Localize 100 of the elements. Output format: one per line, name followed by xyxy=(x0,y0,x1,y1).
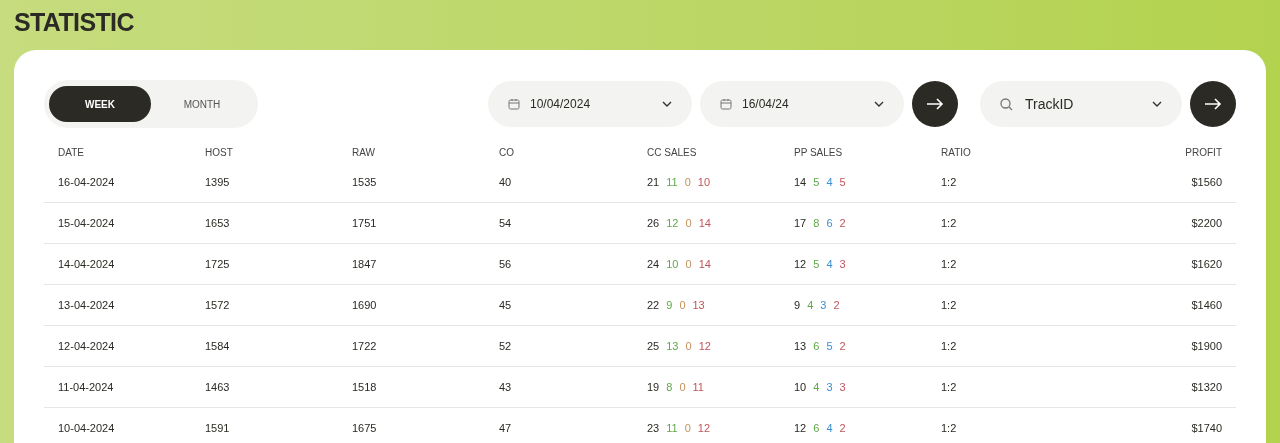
sales-count: 2 xyxy=(839,215,846,231)
chevron-down-icon xyxy=(1152,101,1162,107)
sales-count: 3 xyxy=(820,297,827,313)
table-cell-text: $1740 xyxy=(1190,421,1222,437)
arrow-right-icon xyxy=(1204,98,1222,110)
table-cell-text: $2200 xyxy=(1190,215,1222,231)
table-cell-text: 47 xyxy=(499,421,513,437)
sales-count: 5 xyxy=(839,175,846,191)
table-cell-text: 1725 xyxy=(205,256,231,272)
sales-count: 0 xyxy=(685,256,692,272)
sales-count: 6 xyxy=(813,338,820,354)
table-cell-text: 1847 xyxy=(352,256,378,272)
sales-count: 4 xyxy=(826,256,833,272)
table-cell-text: 54 xyxy=(499,215,513,231)
table-cell-text: 1518 xyxy=(352,379,378,395)
date-to-field[interactable]: 16/04/24 xyxy=(700,81,904,127)
sales-count: 21 xyxy=(647,175,660,191)
sales-count: 5 xyxy=(813,175,820,191)
table-cell-text: 45 xyxy=(499,297,513,313)
search-icon xyxy=(1000,97,1013,111)
sales-count: 3 xyxy=(826,379,833,395)
sales-count: 4 xyxy=(826,175,833,191)
table-cell-text: $1320 xyxy=(1190,379,1222,395)
table-cell-text: 1535 xyxy=(352,175,378,191)
sales-count: 12 xyxy=(794,256,807,272)
period-tab[interactable]: MONTH xyxy=(151,86,253,122)
sales-count: 13 xyxy=(794,338,807,354)
sales-count: 5 xyxy=(813,256,820,272)
table-cell-text: 1653 xyxy=(205,215,231,231)
calendar-icon xyxy=(508,98,520,110)
sales-count: 14 xyxy=(698,256,711,272)
table-cell-text: 1:2 xyxy=(941,297,958,313)
sales-count: 2 xyxy=(833,297,840,313)
table-cell-text: 1591 xyxy=(205,421,231,437)
sales-count: 3 xyxy=(839,379,846,395)
sales-count: 11 xyxy=(666,421,678,437)
sales-count: 22 xyxy=(647,297,660,313)
sales-count: 24 xyxy=(647,256,660,272)
table-cell-text: 15-04-2024 xyxy=(58,215,116,231)
sales-count: 8 xyxy=(666,379,673,395)
track-select[interactable]: TrackID xyxy=(980,81,1182,127)
table-cell-text: 1722 xyxy=(352,338,378,354)
arrow-right-icon xyxy=(926,98,944,110)
table-cell-text: 40 xyxy=(499,175,513,191)
sales-count: 19 xyxy=(647,379,660,395)
table-cell-text: 1:2 xyxy=(941,338,958,354)
sales-count: 0 xyxy=(684,421,691,437)
table-cell-text: 56 xyxy=(499,256,513,272)
table-cell-text: 52 xyxy=(499,338,513,354)
table-cell-text: 1690 xyxy=(352,297,378,313)
sales-count: 3 xyxy=(839,256,846,272)
sales-count: 5 xyxy=(826,338,833,354)
date-from-field[interactable]: 10/04/2024 xyxy=(488,81,692,127)
submit-button[interactable] xyxy=(912,81,958,127)
chevron-down-icon xyxy=(662,101,672,107)
sales-count: 10 xyxy=(666,256,679,272)
sales-count: 0 xyxy=(685,215,692,231)
sales-count: 6 xyxy=(826,215,833,231)
table-cell-text: 1:2 xyxy=(941,215,958,231)
table-cell-text: 1751 xyxy=(352,215,378,231)
table-cell-text: $1900 xyxy=(1190,338,1222,354)
submit-button[interactable] xyxy=(1190,81,1236,127)
sales-count: 0 xyxy=(679,297,686,313)
table-cell-text: 1:2 xyxy=(941,421,958,437)
sales-count: 2 xyxy=(839,421,846,437)
table-cell-text: $1460 xyxy=(1190,297,1222,313)
column-header: RAW xyxy=(352,146,376,160)
sales-count: 12 xyxy=(697,421,711,437)
sales-count: 26 xyxy=(647,215,660,231)
table-cell-text: 1584 xyxy=(205,338,231,354)
sales-count: 11 xyxy=(666,175,678,191)
table-cell-text: 10-04-2024 xyxy=(58,421,116,437)
sales-count: 12 xyxy=(794,421,807,437)
sales-count: 2 xyxy=(839,338,846,354)
sales-count: 0 xyxy=(685,338,692,354)
sales-count: 12 xyxy=(698,338,711,354)
column-header: CO xyxy=(499,146,515,160)
sales-count: 11 xyxy=(692,379,704,395)
sales-count: 9 xyxy=(666,297,673,313)
column-header: PP SALES xyxy=(794,146,844,160)
period-tab[interactable]: WEEK xyxy=(49,86,151,122)
sales-count: 4 xyxy=(813,379,820,395)
table-cell-text: 11-04-2024 xyxy=(58,379,115,395)
sales-count: 10 xyxy=(794,379,807,395)
chevron-down-icon xyxy=(874,101,884,107)
table-cell-text: 13-04-2024 xyxy=(58,297,116,313)
table-cell-text: $1620 xyxy=(1190,256,1222,272)
sales-count: 4 xyxy=(826,421,833,437)
table-cell-text: 43 xyxy=(499,379,513,395)
sales-count: 4 xyxy=(807,297,814,313)
sales-count: 10 xyxy=(697,175,711,191)
sales-count: 0 xyxy=(679,379,686,395)
table-cell-text: 1:2 xyxy=(941,379,958,395)
column-header: DATE xyxy=(58,146,85,160)
sales-count: 8 xyxy=(813,215,820,231)
column-header: HOST xyxy=(205,146,234,160)
table-cell-text: 1:2 xyxy=(941,175,958,191)
calendar-icon xyxy=(720,98,732,110)
table-cell-text: $1560 xyxy=(1190,175,1222,191)
page-title: STATISTIC xyxy=(14,7,134,38)
